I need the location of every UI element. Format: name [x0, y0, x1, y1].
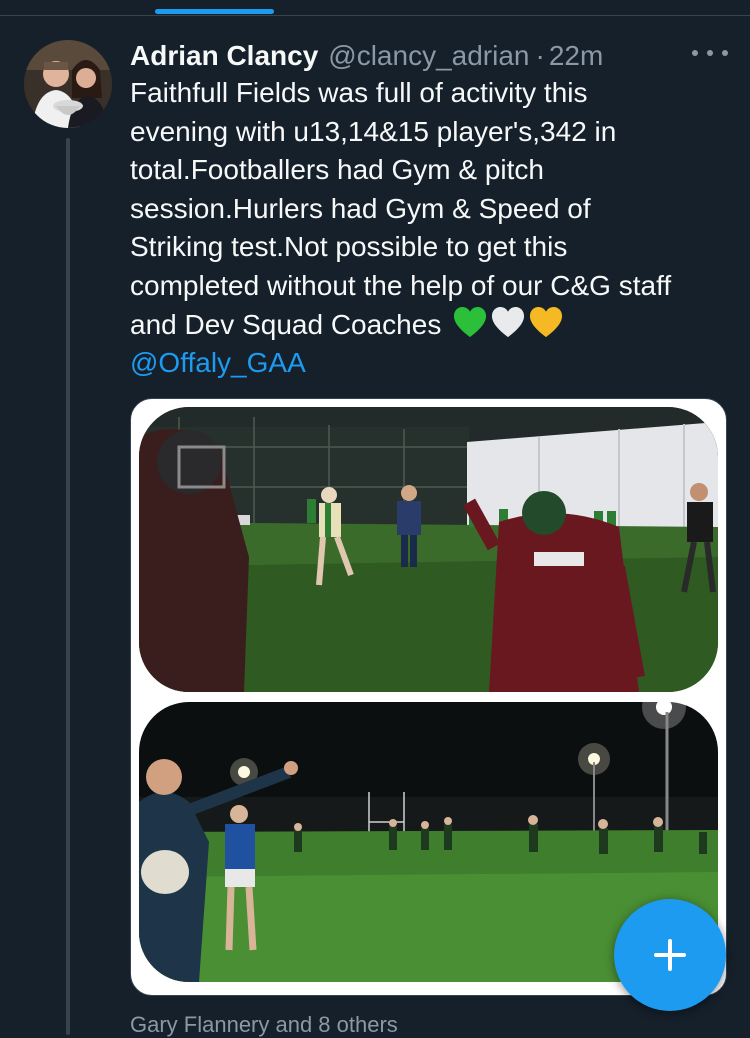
plus-icon — [654, 939, 686, 971]
compose-button[interactable] — [614, 899, 726, 1011]
media-attachment[interactable] — [130, 398, 727, 996]
tweet-text-line: total.Footballers had Gym & pitch — [130, 154, 544, 186]
tweet-text-line-with-emojis: and Dev Squad Coaches — [130, 306, 735, 345]
white-heart-icon — [492, 306, 525, 337]
dot — [722, 50, 728, 56]
dot — [692, 50, 698, 56]
dot — [707, 50, 713, 56]
thread-line — [66, 138, 70, 1035]
author-handle[interactable]: @clancy_adrian — [328, 40, 529, 72]
green-heart-icon — [454, 306, 487, 337]
more-horizontal-icon[interactable] — [692, 38, 728, 68]
divider — [0, 15, 750, 16]
tweet-text-line: completed without the help of our C&G st… — [130, 269, 672, 301]
tweet-text-line: Striking test.Not possible to get this — [130, 231, 568, 263]
tweet-header: Adrian Clancy @clancy_adrian · 22m — [130, 36, 720, 76]
tweet-text-line: and Dev Squad Coaches — [130, 308, 442, 340]
tweet-text-line: Faithfull Fields was full of activity th… — [130, 77, 588, 108]
tweet-text: Faithfull Fields was full of activity th… — [130, 74, 735, 383]
mention-link[interactable]: @Offaly_GAA — [130, 344, 735, 383]
author-name[interactable]: Adrian Clancy — [130, 40, 318, 72]
avatar[interactable] — [24, 40, 112, 128]
timestamp[interactable]: 22m — [549, 40, 603, 72]
tweet-text-line: session.Hurlers had Gym & Speed of — [130, 192, 591, 224]
liked-by-text[interactable]: Gary Flannery and 8 others — [130, 1012, 398, 1038]
yellow-heart-icon — [530, 306, 563, 337]
separator: · — [535, 40, 545, 71]
photo-gym-training[interactable] — [139, 407, 718, 692]
tweet-text-line: evening with u13,14&15 player's,342 in — [130, 115, 617, 147]
active-tab-indicator — [155, 9, 274, 14]
